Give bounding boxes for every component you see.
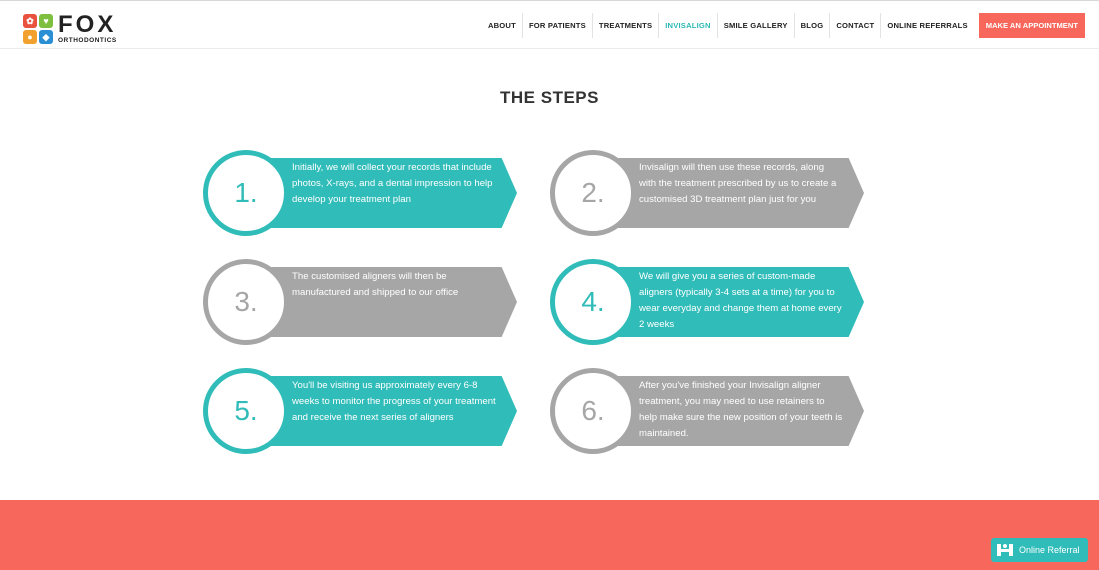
- step-card: 2. Invisalign will then use these record…: [550, 150, 864, 236]
- logo-subtitle: ORTHODONTICS: [58, 37, 117, 45]
- step-number: 5.: [203, 368, 289, 454]
- nav-item-online-referrals[interactable]: ONLINE REFERRALS: [880, 13, 973, 38]
- step-number: 2.: [550, 150, 636, 236]
- nav-item-contact[interactable]: CONTACT: [829, 13, 880, 38]
- logo-wordmark: FOX: [58, 11, 117, 39]
- referral-logo-icon: [997, 543, 1013, 557]
- nav-item-blog[interactable]: BLOG: [793, 13, 830, 38]
- step-card: 1. Initially, we will collect your recor…: [203, 150, 517, 236]
- step-text: The customised aligners will then be man…: [292, 271, 459, 298]
- step-text: Initially, we will collect your records …: [292, 162, 493, 205]
- logo-mark-icon: ✿ ♥ ● ◆: [23, 14, 53, 44]
- step-text: Invisalign will then use these records, …: [639, 162, 837, 205]
- footer-band: [0, 500, 1099, 570]
- step-card: 3. The customised aligners will then be …: [203, 259, 517, 345]
- step-number: 6.: [550, 368, 636, 454]
- step-card: 5. You'll be visiting us approximately e…: [203, 368, 517, 454]
- online-referral-button[interactable]: Online Referral: [991, 538, 1088, 562]
- nav-item-for-patients[interactable]: FOR PATIENTS: [521, 13, 592, 38]
- site-header: ✿ ♥ ● ◆ FOX ORTHODONTICS ABOUT FOR PATIENTS…: [0, 0, 1099, 49]
- logo[interactable]: ✿ ♥ ● ◆ FOX ORTHODONTICS: [23, 13, 117, 45]
- nav-item-about[interactable]: ABOUT: [482, 13, 522, 38]
- make-appointment-button[interactable]: MAKE AN APPOINTMENT: [978, 13, 1085, 38]
- nav-item-invisalign[interactable]: INVISALIGN: [658, 13, 716, 38]
- step-card: 4. We will give you a series of custom-m…: [550, 259, 864, 345]
- online-referral-label: Online Referral: [1019, 545, 1080, 555]
- step-text: We will give you a series of custom-made…: [639, 271, 842, 330]
- step-number: 3.: [203, 259, 289, 345]
- step-number: 1.: [203, 150, 289, 236]
- section-title: THE STEPS: [500, 88, 599, 107]
- nav-item-smile-gallery[interactable]: SMILE GALLERY: [716, 13, 794, 38]
- step-card: 6. After you've finished your Invisalign…: [550, 368, 864, 454]
- step-text: After you've finished your Invisalign al…: [639, 380, 843, 439]
- nav-item-treatments[interactable]: TREATMENTS: [591, 13, 658, 38]
- main-nav: ABOUT FOR PATIENTS TREATMENTS INVISALIGN…: [482, 13, 1099, 38]
- step-text: You'll be visiting us approximately ever…: [292, 380, 496, 423]
- page: ✿ ♥ ● ◆ FOX ORTHODONTICS ABOUT FOR PATIENTS…: [0, 0, 1099, 570]
- step-number: 4.: [550, 259, 636, 345]
